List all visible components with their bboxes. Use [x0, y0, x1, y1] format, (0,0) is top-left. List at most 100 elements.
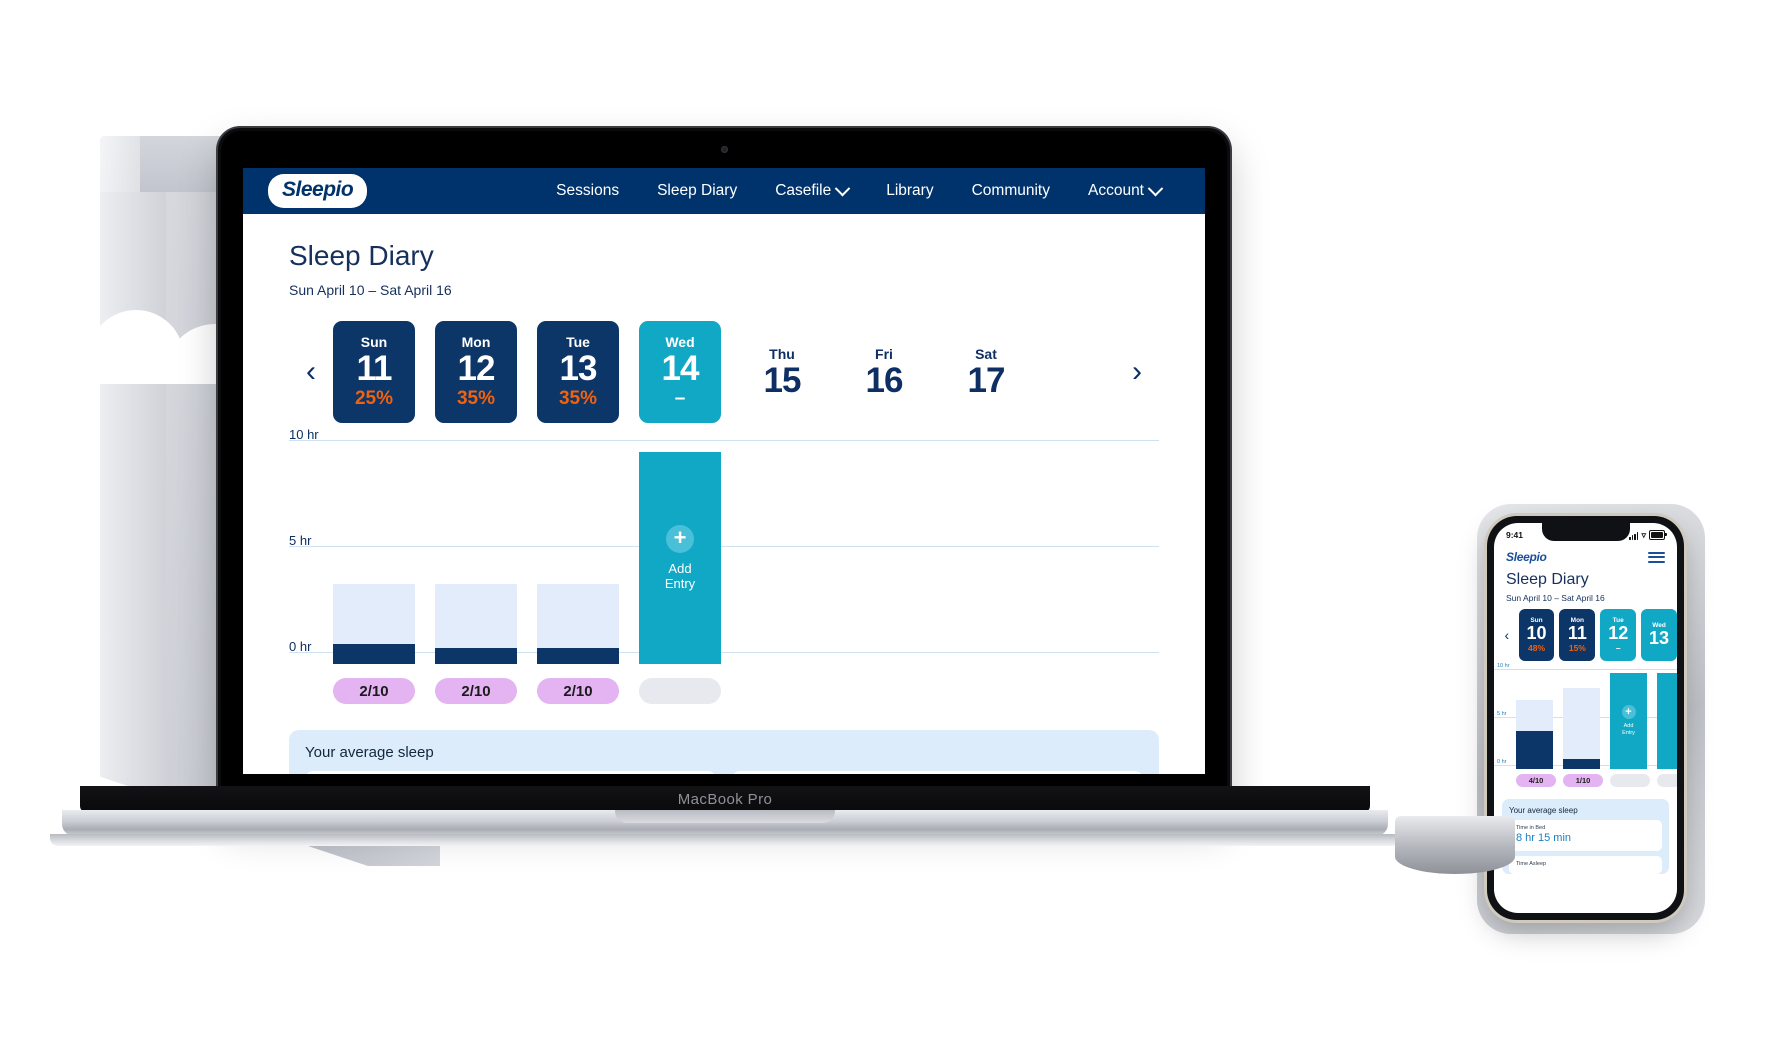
day-card-sat-17[interactable]: Sat 17: [945, 321, 1027, 423]
mobile-add-entry-button-partial[interactable]: [1657, 673, 1677, 769]
plus-icon: +: [1621, 705, 1636, 720]
day-card-dow: Wed: [665, 334, 695, 351]
day-selector-strip: ‹ Sun 11 25% Mon 12 35% Tue 13 35% Wed 1…: [289, 318, 1159, 426]
bar-column-sun-11[interactable]: [333, 452, 415, 664]
mobile-add-entry-line1: Add: [1623, 723, 1634, 730]
mobile-y-tick-0hr: 0 hr: [1497, 759, 1507, 765]
nav-item-sleep-diary[interactable]: Sleep Diary: [657, 182, 737, 200]
quality-pill-sun-11[interactable]: 2/10: [333, 678, 415, 704]
macbook-lid: Sleepio Sessions Sleep Diary Casefile Li…: [218, 128, 1230, 814]
day-card-mon-12[interactable]: Mon 12 35%: [435, 321, 517, 423]
mobile-quality-pill-mon-11[interactable]: 1/10: [1563, 774, 1603, 787]
mobile-quality-pill-wed-13-empty[interactable]: [1657, 774, 1677, 787]
bar-time-asleep: [333, 644, 415, 664]
bar-column-tue-13[interactable]: [537, 452, 619, 664]
mobile-average-label: Time in Bed: [1516, 825, 1546, 831]
mobile-page-title: Sleep Diary: [1506, 571, 1589, 588]
day-card-number: 12: [457, 349, 496, 389]
status-bar-time: 9:41: [1506, 530, 1524, 540]
mobile-quality-pill-tue-12-empty[interactable]: [1610, 774, 1650, 787]
bar-time-asleep: [435, 648, 517, 664]
nav-item-sessions[interactable]: Sessions: [556, 182, 619, 200]
iphone-device: 9:41 ▿ Sleepio Sleep Diary Sun April 10 …: [1395, 504, 1705, 934]
mobile-prev-week-button[interactable]: ‹: [1500, 627, 1514, 643]
plus-icon: +: [666, 524, 694, 553]
mobile-y-tick-5hr: 5 hr: [1497, 711, 1507, 717]
nav-item-community-label: Community: [971, 182, 1050, 199]
mobile-bar-column-tue-12[interactable]: + Add Entry: [1610, 673, 1647, 769]
nav-links: Sessions Sleep Diary Casefile Library Co…: [556, 180, 1205, 200]
mobile-day-number: 12: [1608, 623, 1629, 644]
mobile-day-card-wed-13[interactable]: Wed 13: [1641, 609, 1677, 661]
nav-item-casefile[interactable]: Casefile: [775, 180, 851, 200]
chevron-down-icon: [834, 180, 851, 196]
day-card-wed-14-selected[interactable]: Wed 14 –: [639, 321, 721, 423]
nav-item-library[interactable]: Library: [886, 182, 933, 200]
day-card-tue-13[interactable]: Tue 13 35%: [537, 321, 619, 423]
y-axis-tick-0hr: 0 hr: [289, 639, 312, 654]
mobile-day-number: 11: [1567, 623, 1587, 644]
day-card-fri-16[interactable]: Fri 16: [843, 321, 925, 423]
sleepio-logo-mobile[interactable]: Sleepio: [1506, 550, 1547, 564]
day-card-number: 11: [356, 349, 393, 389]
quality-pill-wed-14-empty[interactable]: [639, 678, 721, 704]
average-card-time-asleep: Time Asleep: [732, 771, 1143, 774]
mobile-average-title: Your average sleep: [1509, 806, 1578, 815]
day-card-dow: Sun: [360, 334, 388, 351]
status-bar-icons: ▿: [1629, 530, 1667, 540]
sleep-chart: 10 hr 5 hr 0 hr + Add Entry: [289, 427, 1159, 664]
day-card-number: 14: [661, 349, 700, 389]
mobile-day-card-tue-12[interactable]: Tue 12 –: [1600, 609, 1637, 661]
day-card-thu-15[interactable]: Thu 15: [741, 321, 823, 423]
nav-item-community[interactable]: Community: [972, 182, 1050, 200]
prev-week-button[interactable]: ‹: [289, 357, 333, 387]
mobile-add-entry-button[interactable]: + Add Entry: [1610, 673, 1647, 769]
mobile-add-entry-line2: Entry: [1622, 730, 1635, 736]
day-card-dow: Mon: [461, 334, 491, 351]
macbook-device: Sleepio Sessions Sleep Diary Casefile Li…: [218, 128, 1230, 814]
nav-item-casefile-label: Casefile: [775, 182, 832, 199]
nav-item-library-label: Library: [886, 182, 934, 199]
nav-item-account[interactable]: Account: [1088, 180, 1164, 200]
mobile-day-percent: 15%: [1568, 642, 1586, 653]
mobile-day-percent: 48%: [1527, 642, 1545, 653]
add-entry-button[interactable]: + Add Entry: [639, 452, 721, 664]
mobile-day-card-mon-11[interactable]: Mon 11 15%: [1559, 609, 1596, 661]
mobile-bar-column-mon-11[interactable]: [1563, 673, 1600, 769]
day-card-dow: Tue: [566, 334, 590, 351]
mobile-bar-column-wed-13[interactable]: [1657, 673, 1677, 769]
cellular-signal-icon: [1629, 531, 1639, 540]
day-card-sun-11[interactable]: Sun 11 25%: [333, 321, 415, 423]
hamburger-menu-icon[interactable]: [1648, 549, 1665, 565]
day-card-percent: –: [674, 387, 686, 409]
quality-pill-mon-12[interactable]: 2/10: [435, 678, 517, 704]
device-label: MacBook Pro: [677, 790, 773, 808]
mobile-average-value: 8 hr 15 min: [1516, 832, 1572, 844]
mobile-quality-pill-sun-10[interactable]: 4/10: [1516, 774, 1556, 787]
page-title: Sleep Diary: [289, 240, 434, 271]
sleepio-logo[interactable]: Sleepio: [271, 177, 365, 205]
mobile-bar-column-sun-10[interactable]: [1516, 673, 1553, 769]
mobile-date-range: Sun April 10 – Sat April 16: [1506, 593, 1605, 603]
nav-item-sessions-label: Sessions: [556, 182, 620, 199]
mobile-header: Sleepio: [1494, 545, 1677, 565]
day-cards: Sun 11 25% Mon 12 35% Tue 13 35% Wed 14 …: [333, 321, 1115, 423]
mobile-bar-time-in-bed: [1563, 688, 1600, 769]
next-week-button[interactable]: ›: [1115, 357, 1159, 387]
day-card-number: 15: [763, 360, 802, 400]
sleep-quality-pill-row: 2/10 2/10 2/10: [289, 678, 1159, 712]
bar-column-wed-14[interactable]: + Add Entry: [639, 452, 721, 664]
bar-column-mon-12[interactable]: [435, 452, 517, 664]
day-card-dow: Thu: [769, 345, 795, 362]
mobile-day-card-sun-10[interactable]: Sun 10 48%: [1518, 609, 1555, 661]
average-sleep-panel: Your average sleep Time in Bed Time Asle…: [289, 730, 1159, 774]
macbook-hinge-barrel: [1395, 816, 1515, 874]
mobile-average-label: Time Asleep: [1516, 861, 1547, 867]
quality-pill-tue-13[interactable]: 2/10: [537, 678, 619, 704]
average-sleep-cards: Time in Bed Time Asleep: [305, 771, 1143, 774]
mobile-average-card-time-asleep: Time Asleep: [1509, 856, 1662, 874]
mobile-sleep-chart: 10 hr 5 hr 0 hr + Add Entry: [1494, 663, 1677, 769]
mobile-add-entry-label: Add Entry: [1622, 723, 1635, 737]
mobile-y-tick-10hr: 10 hr: [1497, 663, 1510, 669]
mobile-day-percent: –: [1615, 642, 1621, 653]
